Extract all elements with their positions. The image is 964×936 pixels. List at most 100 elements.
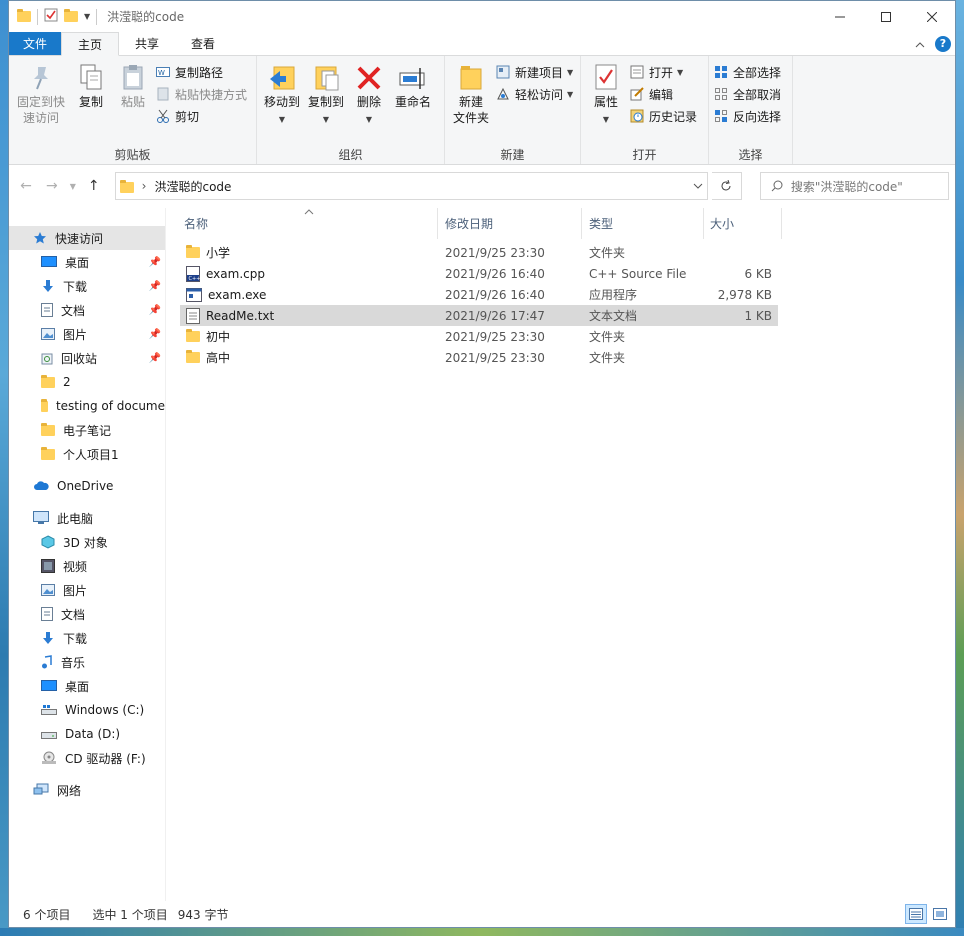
- address-history-chevron-icon[interactable]: [693, 181, 703, 192]
- svg-text:W: W: [158, 69, 165, 77]
- music-icon: [42, 655, 52, 669]
- drive-icon: [41, 732, 57, 739]
- file-row[interactable]: 高中 2021/9/25 23:30 文件夹: [166, 347, 955, 368]
- column-header-date[interactable]: 修改日期: [438, 208, 582, 239]
- nav-item-recycle-bin[interactable]: 回收站 📌: [9, 346, 165, 370]
- nav-network[interactable]: 网络: [9, 778, 165, 802]
- pin-to-quick-access-button[interactable]: 固定到快 速访问: [13, 60, 69, 146]
- easy-access-button[interactable]: 轻松访问 ▼: [495, 86, 573, 102]
- forward-button[interactable]: →: [41, 175, 63, 197]
- column-header-type[interactable]: 类型: [582, 208, 704, 239]
- nav-onedrive[interactable]: OneDrive: [9, 474, 165, 498]
- nav-this-pc[interactable]: 此电脑: [9, 506, 165, 530]
- file-row[interactable]: C++ exam.cpp 2021/9/26 16:40 C++ Source …: [166, 263, 955, 284]
- tab-file[interactable]: 文件: [9, 32, 62, 55]
- tab-home[interactable]: 主页: [61, 32, 120, 56]
- cut-button[interactable]: 剪切: [155, 108, 247, 124]
- nav-item-downloads[interactable]: 下载 📌: [9, 274, 165, 298]
- new-item-button[interactable]: 新建项目 ▼: [495, 64, 573, 80]
- document-icon: [41, 303, 53, 317]
- tab-view[interactable]: 查看: [175, 32, 231, 55]
- rename-button[interactable]: 重命名: [391, 60, 435, 146]
- nav-item-3d-objects[interactable]: 3D 对象: [9, 530, 165, 554]
- nav-item-documents[interactable]: 文档 📌: [9, 298, 165, 322]
- select-all-button[interactable]: 全部选择: [713, 64, 781, 80]
- file-row-selected[interactable]: ReadMe.txt 2021/9/26 17:47 文本文档 1 KB: [180, 305, 778, 326]
- nav-item-pc-downloads[interactable]: 下载: [9, 626, 165, 650]
- copy-button[interactable]: 复制: [71, 60, 111, 146]
- close-button[interactable]: [909, 1, 955, 32]
- open-button[interactable]: 打开 ▼: [629, 64, 697, 80]
- new-folder-icon[interactable]: [64, 9, 78, 22]
- properties-button[interactable]: 属性 ▼: [585, 60, 627, 146]
- nav-item-pc-documents[interactable]: 文档: [9, 602, 165, 626]
- nav-item-cd-drive[interactable]: CD 驱动器 (F:): [9, 746, 165, 770]
- up-button[interactable]: ↑: [83, 175, 105, 197]
- select-none-button[interactable]: 全部取消: [713, 86, 781, 102]
- nav-item-label: 图片: [63, 583, 88, 598]
- nav-item-label: 3D 对象: [63, 535, 108, 550]
- paste-shortcut-button[interactable]: 粘贴快捷方式: [155, 86, 247, 102]
- nav-item-pc-desktop[interactable]: 桌面: [9, 674, 165, 698]
- nav-this-pc-label: 此电脑: [57, 511, 94, 526]
- column-header-name[interactable]: 名称: [166, 208, 438, 239]
- nav-quick-access[interactable]: 快速访问: [9, 226, 165, 250]
- paste-button[interactable]: 粘贴: [113, 60, 153, 146]
- nav-item-videos[interactable]: 视频: [9, 554, 165, 578]
- search-input[interactable]: 搜索"洪滢聪的code": [759, 172, 950, 200]
- copy-path-button[interactable]: W 复制路径: [155, 64, 247, 80]
- status-selection-size: 943 字节: [177, 907, 229, 922]
- tab-share[interactable]: 共享: [119, 32, 175, 55]
- invert-selection-button[interactable]: 反向选择: [713, 108, 781, 124]
- nav-item-label: Windows (C:): [65, 703, 145, 717]
- folder-icon: [186, 329, 200, 342]
- column-header-size[interactable]: 大小: [704, 208, 782, 239]
- nav-item-folder-notes[interactable]: 电子笔记: [9, 418, 165, 442]
- history-button[interactable]: 历史记录: [629, 108, 697, 124]
- delete-button[interactable]: 删除 ▼: [349, 60, 389, 146]
- move-to-button[interactable]: 移动到 ▼: [261, 60, 303, 146]
- back-button[interactable]: ←: [15, 175, 37, 197]
- edit-button[interactable]: 编辑: [629, 86, 697, 102]
- file-row[interactable]: 小学 2021/9/25 23:30 文件夹: [166, 242, 955, 263]
- properties-icon[interactable]: [44, 8, 58, 25]
- file-row[interactable]: 初中 2021/9/25 23:30 文件夹: [166, 326, 955, 347]
- details-view-button[interactable]: [905, 904, 927, 924]
- new-folder-button[interactable]: 新建 文件夹: [449, 60, 493, 146]
- text-file-icon: [186, 307, 200, 324]
- nav-item-desktop[interactable]: 桌面 📌: [9, 250, 165, 274]
- cloud-icon: [34, 481, 49, 490]
- copy-to-button[interactable]: 复制到 ▼: [305, 60, 347, 146]
- nav-item-pc-pictures[interactable]: 图片: [9, 578, 165, 602]
- nav-item-pictures[interactable]: 图片 📌: [9, 322, 165, 346]
- nav-item-folder-project[interactable]: 个人项目1: [9, 442, 165, 466]
- large-icons-view-button[interactable]: [929, 904, 951, 924]
- collapse-ribbon-chevron-icon[interactable]: [915, 37, 925, 51]
- minimize-button[interactable]: [817, 1, 863, 32]
- select-none-icon: [713, 86, 729, 102]
- maximize-button[interactable]: [863, 1, 909, 32]
- status-selection: 选中 1 个项目: [92, 907, 168, 922]
- file-type: 文件夹: [589, 351, 626, 365]
- exe-file-icon: [186, 287, 202, 302]
- nav-item-drive-c[interactable]: Windows (C:): [9, 698, 165, 722]
- nav-item-folder-testing[interactable]: testing of docume: [9, 394, 165, 418]
- invert-selection-label: 反向选择: [733, 109, 782, 124]
- refresh-button[interactable]: [711, 172, 742, 200]
- move-to-label: 移动到 ▼: [263, 95, 300, 124]
- file-row[interactable]: exam.exe 2021/9/26 16:40 应用程序 2,978 KB: [166, 284, 955, 305]
- help-icon[interactable]: ?: [935, 35, 951, 52]
- new-item-label: 新建项目: [515, 65, 564, 80]
- customize-toolbar-chevron-icon[interactable]: ▼: [84, 12, 90, 21]
- nav-item-music[interactable]: 音乐: [9, 650, 165, 674]
- clipboard-icon: [118, 62, 148, 94]
- breadcrumb[interactable]: 洪滢聪的code: [154, 178, 231, 195]
- nav-item-drive-d[interactable]: Data (D:): [9, 722, 165, 746]
- address-bar[interactable]: › 洪滢聪的code: [114, 172, 708, 200]
- recent-locations-chevron-icon[interactable]: ▼: [67, 175, 79, 197]
- status-item-count: 6 个项目: [23, 907, 71, 922]
- new-folder-icon: [456, 62, 486, 94]
- nav-item-folder-2[interactable]: 2: [9, 370, 165, 394]
- pin-icon: [26, 62, 56, 94]
- nav-network-label: 网络: [57, 783, 82, 798]
